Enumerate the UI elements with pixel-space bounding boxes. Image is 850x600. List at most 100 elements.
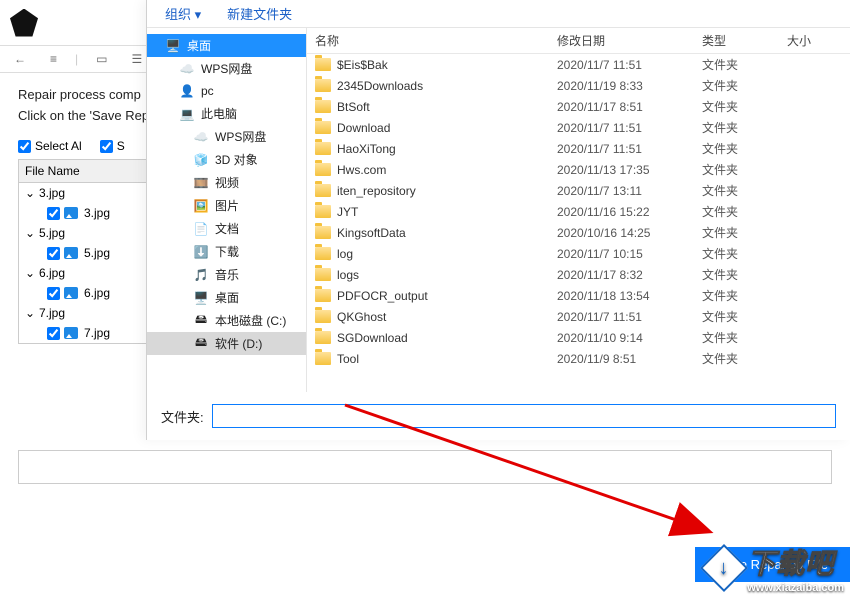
tree-item[interactable]: 🖴软件 (D:) xyxy=(147,332,306,355)
row-name: PDFOCR_output xyxy=(337,289,428,303)
col-type[interactable]: 类型 xyxy=(702,32,787,49)
folder-input-label: 文件夹: xyxy=(161,407,204,426)
tree-item[interactable]: ☁️WPS网盘 xyxy=(147,125,306,148)
folder-list[interactable]: 名称 修改日期 类型 大小 $Eis$Bak2020/11/7 11:51文件夹… xyxy=(307,28,850,392)
expand-icon[interactable]: ⌄ xyxy=(25,226,35,240)
file-checkbox[interactable] xyxy=(47,207,60,220)
list-header: 名称 修改日期 类型 大小 xyxy=(307,28,850,54)
list-row[interactable]: QKGhost2020/11/7 11:51文件夹 xyxy=(307,306,850,327)
tree-item[interactable]: 🖴 本地磁盘 (C:) xyxy=(147,309,306,332)
select-s-checkbox[interactable]: S xyxy=(100,139,125,153)
tree-item[interactable]: ⬇️下载 xyxy=(147,240,306,263)
folder-icon xyxy=(315,121,331,134)
row-date: 2020/11/17 8:32 xyxy=(557,268,702,282)
folder-icon xyxy=(315,331,331,344)
folder-tree[interactable]: 🖥️桌面☁️WPS网盘👤pc💻此电脑☁️WPS网盘🧊3D 对象🎞️视频🖼️图片📄… xyxy=(147,28,307,392)
row-name: HaoXiTong xyxy=(337,142,396,156)
select-all-checkbox[interactable]: Select Al xyxy=(18,139,82,153)
tree-item-label: 下载 xyxy=(215,243,239,260)
tree-item[interactable]: 🎵音乐 xyxy=(147,263,306,286)
tree-item[interactable]: 👤 pc xyxy=(147,80,306,102)
list-row[interactable]: PDFOCR_output2020/11/18 13:54文件夹 xyxy=(307,285,850,306)
picture-icon: 🖼️ xyxy=(193,198,209,214)
file-checkbox[interactable] xyxy=(47,327,60,340)
list-row[interactable]: log 2020/11/7 10:15文件夹 xyxy=(307,243,850,264)
row-type: 文件夹 xyxy=(702,245,787,262)
tree-item[interactable]: 🎞️视频 xyxy=(147,171,306,194)
file-name: 5.jpg xyxy=(84,246,110,260)
expand-icon[interactable]: ⌄ xyxy=(25,266,35,280)
tree-item[interactable]: 💻此电脑 xyxy=(147,102,306,125)
row-type: 文件夹 xyxy=(702,287,787,304)
expand-icon[interactable]: ⌄ xyxy=(25,306,35,320)
hamburger-icon[interactable]: ≡ xyxy=(44,50,63,68)
row-date: 2020/11/7 11:51 xyxy=(557,58,702,72)
tree-item[interactable]: 🧊3D 对象 xyxy=(147,148,306,171)
folder-icon xyxy=(315,205,331,218)
jpg-icon xyxy=(64,207,78,219)
row-date: 2020/10/16 14:25 xyxy=(557,226,702,240)
view-icon[interactable]: ▭ xyxy=(90,50,113,68)
row-date: 2020/11/7 10:15 xyxy=(557,247,702,261)
back-button[interactable]: ← xyxy=(8,50,32,68)
col-date[interactable]: 修改日期 xyxy=(557,32,702,49)
list-row[interactable]: Tool2020/11/9 8:51文件夹 xyxy=(307,348,850,369)
row-name: BtSoft xyxy=(337,100,370,114)
disk-icon: 🖴 xyxy=(193,313,209,329)
list-icon[interactable]: ☰ xyxy=(125,50,148,68)
row-type: 文件夹 xyxy=(702,308,787,325)
tree-item-label: pc xyxy=(201,84,214,98)
list-row[interactable]: $Eis$Bak2020/11/7 11:51文件夹 xyxy=(307,54,850,75)
row-date: 2020/11/10 9:14 xyxy=(557,331,702,345)
toolbar-separator: | xyxy=(75,52,78,66)
list-row[interactable]: Hws.com2020/11/13 17:35文件夹 xyxy=(307,159,850,180)
file-checkbox[interactable] xyxy=(47,247,60,260)
row-name: KingsoftData xyxy=(337,226,406,240)
folder-path-input[interactable] xyxy=(212,404,836,428)
folder-icon xyxy=(315,352,331,365)
col-size[interactable]: 大小 xyxy=(787,32,850,49)
tree-item-label: 桌面 xyxy=(215,289,239,306)
organize-menu[interactable]: 组织 ▾ xyxy=(165,4,201,23)
tree-item[interactable]: 🖼️图片 xyxy=(147,194,306,217)
row-type: 文件夹 xyxy=(702,119,787,136)
list-row[interactable]: 2345Downloads2020/11/19 8:33文件夹 xyxy=(307,75,850,96)
user-icon: 👤 xyxy=(179,83,195,99)
col-name[interactable]: 名称 xyxy=(307,32,557,49)
list-row[interactable]: Download 2020/11/7 11:51文件夹 xyxy=(307,117,850,138)
file-checkbox[interactable] xyxy=(47,287,60,300)
expand-icon[interactable]: ⌄ xyxy=(25,186,35,200)
list-row[interactable]: logs2020/11/17 8:32文件夹 xyxy=(307,264,850,285)
tree-item-label: 本地磁盘 (C:) xyxy=(215,312,286,329)
dialog-menubar: 组织 ▾ 新建文件夹 xyxy=(147,0,850,28)
tree-item[interactable]: ☁️WPS网盘 xyxy=(147,57,306,80)
list-row[interactable]: BtSoft2020/11/17 8:51文件夹 xyxy=(307,96,850,117)
row-date: 2020/11/7 11:51 xyxy=(557,121,702,135)
list-row[interactable]: JYT2020/11/16 15:22文件夹 xyxy=(307,201,850,222)
list-row[interactable]: KingsoftData 2020/10/16 14:25文件夹 xyxy=(307,222,850,243)
tree-item[interactable]: 🖥️桌面 xyxy=(147,286,306,309)
dialog-footer: 文件夹: xyxy=(147,392,850,440)
tree-item-label: WPS网盘 xyxy=(215,128,266,145)
row-type: 文件夹 xyxy=(702,203,787,220)
folder-icon xyxy=(315,184,331,197)
row-name: Hws.com xyxy=(337,163,386,177)
list-row[interactable]: iten_repository2020/11/7 13:11文件夹 xyxy=(307,180,850,201)
list-row[interactable]: HaoXiTong2020/11/7 11:51文件夹 xyxy=(307,138,850,159)
row-name: $Eis$Bak xyxy=(337,58,388,72)
row-date: 2020/11/7 11:51 xyxy=(557,310,702,324)
app-logo-icon xyxy=(10,9,38,37)
row-type: 文件夹 xyxy=(702,182,787,199)
watermark: 下载吧 www.xiazaiba.com xyxy=(707,542,844,594)
row-name: Download xyxy=(337,121,390,135)
row-name: log xyxy=(337,247,353,261)
new-folder-button[interactable]: 新建文件夹 xyxy=(227,4,292,23)
row-type: 文件夹 xyxy=(702,224,787,241)
row-type: 文件夹 xyxy=(702,77,787,94)
tree-item[interactable]: 📄文档 xyxy=(147,217,306,240)
tree-item[interactable]: 🖥️桌面 xyxy=(147,34,306,57)
list-row[interactable]: SGDownload2020/11/10 9:14文件夹 xyxy=(307,327,850,348)
row-type: 文件夹 xyxy=(702,350,787,367)
disk-icon: 🖴 xyxy=(193,336,209,352)
file-name: 3.jpg xyxy=(39,186,65,200)
